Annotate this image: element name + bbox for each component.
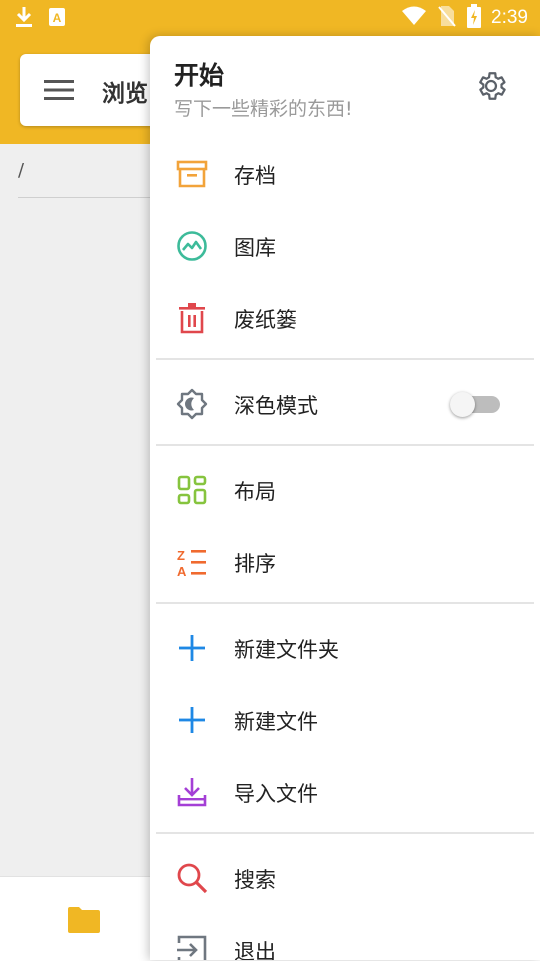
- drawer-item-label: 新建文件夹: [234, 638, 339, 662]
- clock: 2:39: [491, 7, 528, 28]
- drawer-item-label: 图库: [234, 236, 276, 260]
- breadcrumb-divider: [18, 197, 158, 198]
- archive-icon: [176, 158, 208, 190]
- battery-charging-icon: [467, 4, 482, 32]
- divider: [156, 444, 534, 446]
- drawer-item-dark-mode[interactable]: 深色模式: [150, 368, 540, 440]
- gallery-icon: [176, 230, 208, 262]
- sort-icon: ZA: [176, 546, 208, 579]
- drawer-item-new-folder[interactable]: 新建文件夹: [150, 612, 540, 684]
- drawer-item-label: 退出: [234, 940, 276, 960]
- drawer-title: 开始: [174, 61, 225, 90]
- dark-mode-icon: [176, 388, 208, 420]
- drawer-item-exit[interactable]: 退出: [150, 914, 540, 960]
- drawer-item-archive[interactable]: 存档: [150, 138, 540, 210]
- no-sim-icon: [437, 5, 457, 31]
- svg-text:A: A: [177, 564, 187, 578]
- svg-text:Z: Z: [177, 548, 185, 563]
- trash-icon: [176, 302, 208, 334]
- drawer-item-sort[interactable]: ZA 排序: [150, 526, 540, 598]
- drawer-item-gallery[interactable]: 图库: [150, 210, 540, 282]
- drawer-item-label: 搜索: [234, 868, 276, 892]
- drawer-item-label: 废纸篓: [234, 308, 297, 332]
- download-icon: [14, 6, 34, 32]
- plus-icon: [176, 632, 208, 664]
- divider: [156, 358, 534, 360]
- drawer-item-import-file[interactable]: 导入文件: [150, 756, 540, 828]
- wifi-icon: [401, 6, 427, 30]
- drawer-item-label: 深色模式: [234, 394, 318, 418]
- divider: [156, 832, 534, 834]
- plus-icon: [176, 704, 208, 736]
- drawer-subtitle: 写下一些精彩的东西!: [174, 98, 353, 120]
- drawer-item-label: 存档: [234, 164, 276, 188]
- navigation-drawer: 开始 写下一些精彩的东西! 存档 图库 废纸篓 深色模式 布局 Z A 排序 新…: [150, 36, 540, 960]
- autofill-icon: A: [48, 7, 66, 31]
- folder-icon[interactable]: [68, 905, 100, 937]
- drawer-item-search[interactable]: 搜索: [150, 842, 540, 914]
- exit-icon: [176, 934, 208, 960]
- divider: [156, 602, 534, 604]
- drawer-item-label: 排序: [234, 552, 276, 576]
- gear-icon[interactable]: [474, 69, 508, 107]
- breadcrumb[interactable]: /: [18, 160, 24, 181]
- drawer-item-label: 布局: [234, 480, 276, 504]
- page-title: 浏览: [102, 81, 148, 107]
- drawer-item-new-file[interactable]: 新建文件: [150, 684, 540, 756]
- drawer-item-label: 导入文件: [234, 782, 318, 806]
- menu-icon[interactable]: [44, 78, 74, 106]
- layout-icon: [176, 474, 208, 506]
- drawer-item-label: 新建文件: [234, 710, 318, 734]
- search-icon: [176, 862, 208, 894]
- status-bar: A 2:39: [0, 0, 540, 36]
- import-icon: [176, 776, 208, 808]
- drawer-item-trash[interactable]: 废纸篓: [150, 282, 540, 354]
- dark-mode-toggle[interactable]: [450, 392, 500, 417]
- svg-text:A: A: [53, 11, 62, 25]
- drawer-item-layout[interactable]: 布局: [150, 454, 540, 526]
